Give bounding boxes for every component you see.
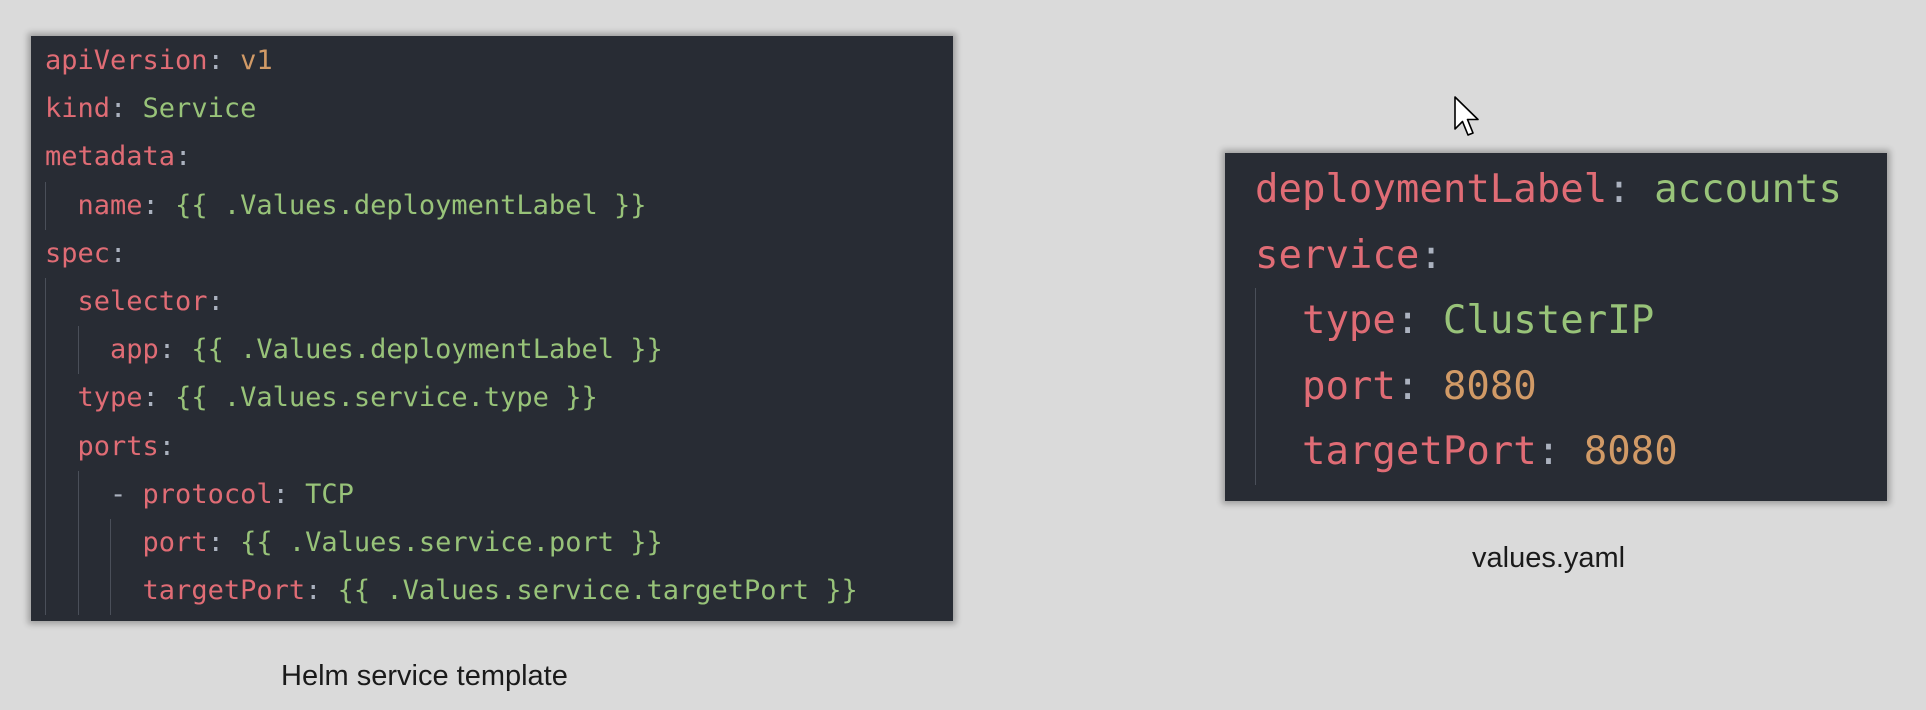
indent-guide: [45, 567, 46, 616]
indent-guide: [45, 277, 46, 327]
code-token-key: type: [77, 382, 143, 414]
helm-template-code-panel: apiVersion: v1 kind: Service metadata: nam…: [31, 36, 953, 621]
code-line: deploymentLabel: accounts: [1255, 157, 1887, 223]
values-yaml-code-panel: deploymentLabel: accounts service: type: …: [1225, 153, 1887, 501]
code-token-key: port: [1301, 363, 1396, 409]
indent-guide: [45, 326, 46, 375]
code-line: apiVersion: v1: [45, 37, 953, 85]
code-token-key: targetPort: [142, 575, 306, 607]
code-token-punc: :: [142, 382, 176, 414]
code-token-punc: :: [1395, 363, 1443, 409]
code-token-key: name: [77, 189, 143, 221]
indent-guide: [110, 518, 112, 568]
code-token-punc: :: [1395, 298, 1443, 343]
code-token-punc: :: [207, 45, 241, 76]
mouse-pointer-icon: [1454, 96, 1479, 136]
code-token-key: service: [1255, 232, 1420, 278]
indent-guide: [77, 567, 79, 616]
code-token-str: {{ .Values.service.port }}: [240, 526, 663, 558]
indent-guide: [45, 422, 46, 471]
indent-guide: [45, 518, 46, 568]
code-line: name: {{ .Values.deploymentLabel }}: [45, 181, 953, 230]
code-token-str: Service: [142, 93, 257, 125]
code-token-key: spec: [45, 237, 111, 269]
indent-guide: [1255, 353, 1256, 419]
indent-guide: [77, 518, 79, 568]
code-token-punc: :: [207, 526, 241, 558]
values-yaml-caption: values.yaml: [1472, 542, 1626, 574]
code-token-punc: :: [1419, 232, 1443, 278]
indent-guide: [77, 470, 79, 519]
indent-guide: [110, 567, 112, 616]
code-line: kind: Service: [45, 85, 953, 133]
code-token-key: metadata: [45, 141, 176, 173]
indent-guide: [45, 181, 46, 230]
code-line: selector:: [45, 277, 953, 327]
code-token-key: apiVersion: [45, 45, 208, 76]
code-token-punc: :: [158, 430, 176, 462]
code-token-key: protocol: [142, 478, 273, 510]
code-token-key: targetPort: [1301, 429, 1537, 474]
code-line: - protocol: TCP: [45, 470, 953, 519]
code-line: metadata:: [45, 133, 953, 181]
code-token-key: deploymentLabel: [1255, 167, 1608, 212]
code-token-punc: :: [142, 189, 176, 221]
code-token-punc: :: [110, 93, 143, 125]
code-line: port: {{ .Values.service.port }}: [45, 518, 953, 568]
helm-template-caption: Helm service template: [281, 660, 568, 692]
code-line: port: 8080: [1255, 353, 1887, 419]
code-token-key: type: [1301, 298, 1396, 343]
code-token-key: app: [110, 334, 159, 366]
indent-guide: [77, 326, 79, 375]
code-line: targetPort: 8080: [1255, 419, 1887, 485]
code-token-num: 8080: [1583, 429, 1678, 474]
code-token-str: {{ .Values.service.targetPort }}: [337, 575, 858, 607]
code-token-num: v1: [240, 45, 273, 76]
code-token-str: {{ .Values.service.type }}: [175, 382, 598, 414]
code-line: ports:: [45, 422, 953, 471]
code-token-num: 8080: [1442, 363, 1537, 409]
code-token-punc: -: [110, 478, 143, 510]
code-token-punc: :: [1536, 429, 1584, 474]
code-line: app: {{ .Values.deploymentLabel }}: [45, 326, 953, 375]
code-token-punc: :: [272, 478, 306, 510]
code-token-punc: :: [110, 237, 127, 269]
code-token-punc: :: [1607, 167, 1655, 212]
code-token-key: selector: [77, 285, 208, 317]
indent-guide: [1255, 419, 1256, 485]
indent-guide: [45, 374, 46, 423]
code-line: spec:: [45, 230, 953, 278]
code-token-str: ClusterIP: [1442, 298, 1655, 343]
code-token-key: port: [142, 526, 208, 558]
code-line: type: {{ .Values.service.type }}: [45, 374, 953, 423]
indent-guide: [45, 470, 46, 519]
code-line: targetPort: {{ .Values.service.targetPor…: [45, 567, 953, 616]
code-token-key: kind: [45, 93, 111, 125]
indent-guide: [1255, 288, 1256, 354]
code-line: type: ClusterIP: [1255, 288, 1887, 354]
code-token-str: TCP: [305, 478, 354, 510]
code-line: service:: [1255, 223, 1887, 289]
code-token-punc: :: [158, 334, 192, 366]
code-token-key: ports: [77, 430, 159, 462]
code-token-punc: :: [175, 141, 192, 173]
code-token-str: {{ .Values.deploymentLabel }}: [191, 334, 663, 366]
code-token-str: {{ .Values.deploymentLabel }}: [175, 189, 647, 221]
code-token-str: accounts: [1654, 167, 1843, 212]
code-token-punc: :: [305, 575, 338, 607]
code-token-punc: :: [207, 285, 224, 317]
